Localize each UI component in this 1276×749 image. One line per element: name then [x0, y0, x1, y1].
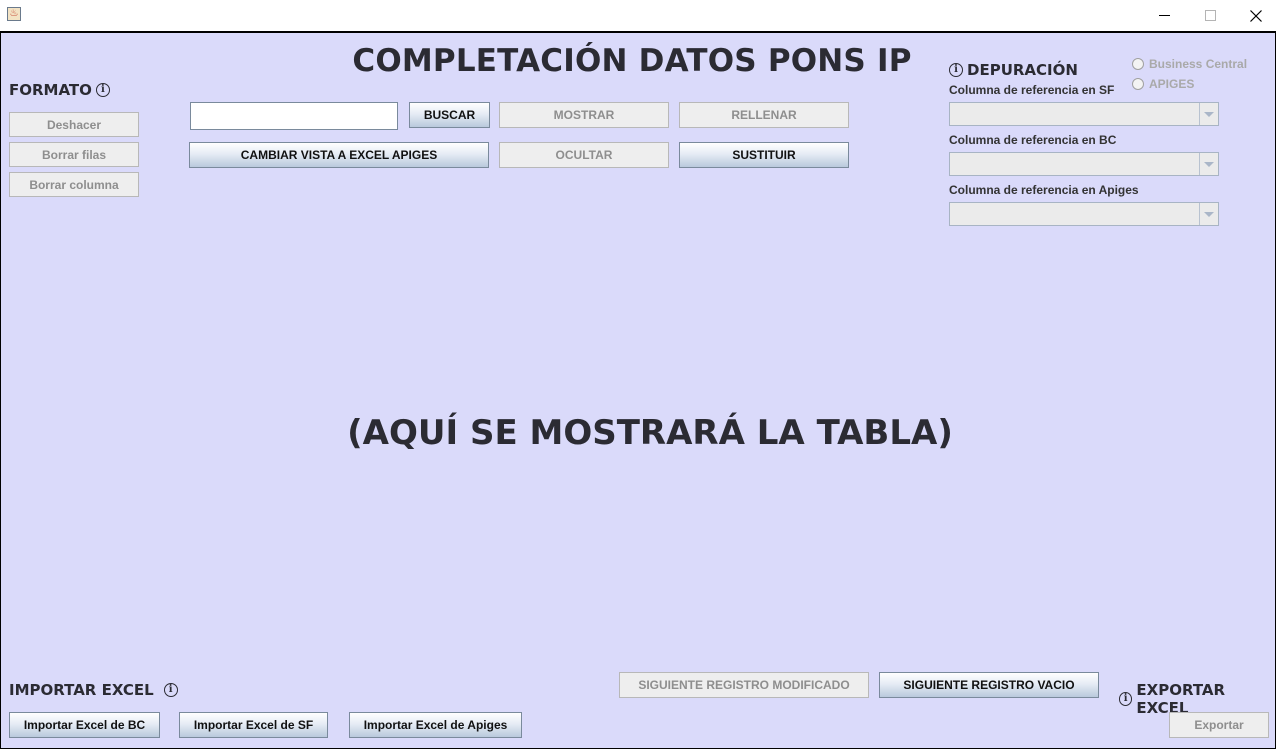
info-icon[interactable]: i: [949, 63, 963, 77]
info-icon[interactable]: i: [163, 683, 178, 697]
fill-button[interactable]: RELLENAR: [679, 102, 849, 128]
search-button[interactable]: BUSCAR: [409, 102, 490, 128]
close-icon: [1250, 9, 1262, 22]
undo-button[interactable]: Deshacer: [9, 112, 139, 137]
hide-button[interactable]: OCULTAR: [499, 142, 669, 168]
show-button[interactable]: MOSTRAR: [499, 102, 669, 128]
radio-circle-icon: [1132, 58, 1144, 70]
maximize-icon: [1204, 10, 1216, 21]
radio-apiges-label: APIGES: [1149, 77, 1195, 91]
depuracion-section-label: i DEPURACIÓN: [949, 61, 1078, 79]
chevron-down-icon[interactable]: [1199, 153, 1218, 175]
depuracion-label: DEPURACIÓN: [967, 61, 1078, 79]
maximize-button[interactable]: [1187, 0, 1233, 31]
radio-business-central[interactable]: Business Central: [1132, 57, 1247, 71]
bc-column-label: Columna de referencia en BC: [949, 133, 1117, 147]
info-icon[interactable]: i: [95, 83, 110, 97]
sf-column-select[interactable]: [949, 102, 1219, 126]
import-section-label: IMPORTAR EXCEL i: [9, 681, 178, 699]
import-label: IMPORTAR EXCEL: [9, 681, 154, 699]
apiges-column-select[interactable]: [949, 202, 1219, 226]
title-bar: ♨: [0, 0, 1276, 31]
import-sf-button[interactable]: Importar Excel de SF: [179, 712, 328, 738]
replace-button[interactable]: SUSTITUIR: [679, 142, 849, 168]
bc-column-select[interactable]: [949, 152, 1219, 176]
next-modified-button[interactable]: SIGUIENTE REGISTRO MODIFICADO: [619, 672, 869, 698]
chevron-down-icon[interactable]: [1199, 103, 1218, 125]
import-apiges-button[interactable]: Importar Excel de Apiges: [349, 712, 522, 738]
format-label: FORMATO: [9, 81, 92, 99]
delete-column-button[interactable]: Borrar columna: [9, 172, 139, 197]
format-section-label: FORMATO i: [9, 81, 110, 99]
table-placeholder: (AQUÍ SE MOSTRARÁ LA TABLA): [347, 413, 953, 453]
close-button[interactable]: [1233, 0, 1276, 31]
export-button[interactable]: Exportar: [1169, 712, 1269, 738]
minimize-icon: [1158, 15, 1170, 16]
chevron-down-icon[interactable]: [1199, 203, 1218, 225]
radio-circle-icon: [1132, 78, 1144, 90]
change-view-button[interactable]: CAMBIAR VISTA A EXCEL APIGES: [189, 142, 489, 168]
search-input[interactable]: [190, 102, 398, 130]
sf-column-label: Columna de referencia en SF: [949, 83, 1115, 97]
next-empty-button[interactable]: SIGUIENTE REGISTRO VACIO: [879, 672, 1099, 698]
main-panel: COMPLETACIÓN DATOS PONS IP FORMATO i Des…: [0, 31, 1276, 749]
apiges-column-label: Columna de referencia en Apiges: [949, 183, 1139, 197]
import-bc-button[interactable]: Importar Excel de BC: [9, 712, 160, 738]
radio-business-central-label: Business Central: [1149, 57, 1248, 71]
delete-rows-button[interactable]: Borrar filas: [9, 142, 139, 167]
java-cup-icon: ♨: [7, 7, 21, 21]
info-icon[interactable]: i: [1119, 692, 1133, 706]
radio-apiges[interactable]: APIGES: [1132, 77, 1194, 91]
minimize-button[interactable]: [1141, 0, 1187, 31]
